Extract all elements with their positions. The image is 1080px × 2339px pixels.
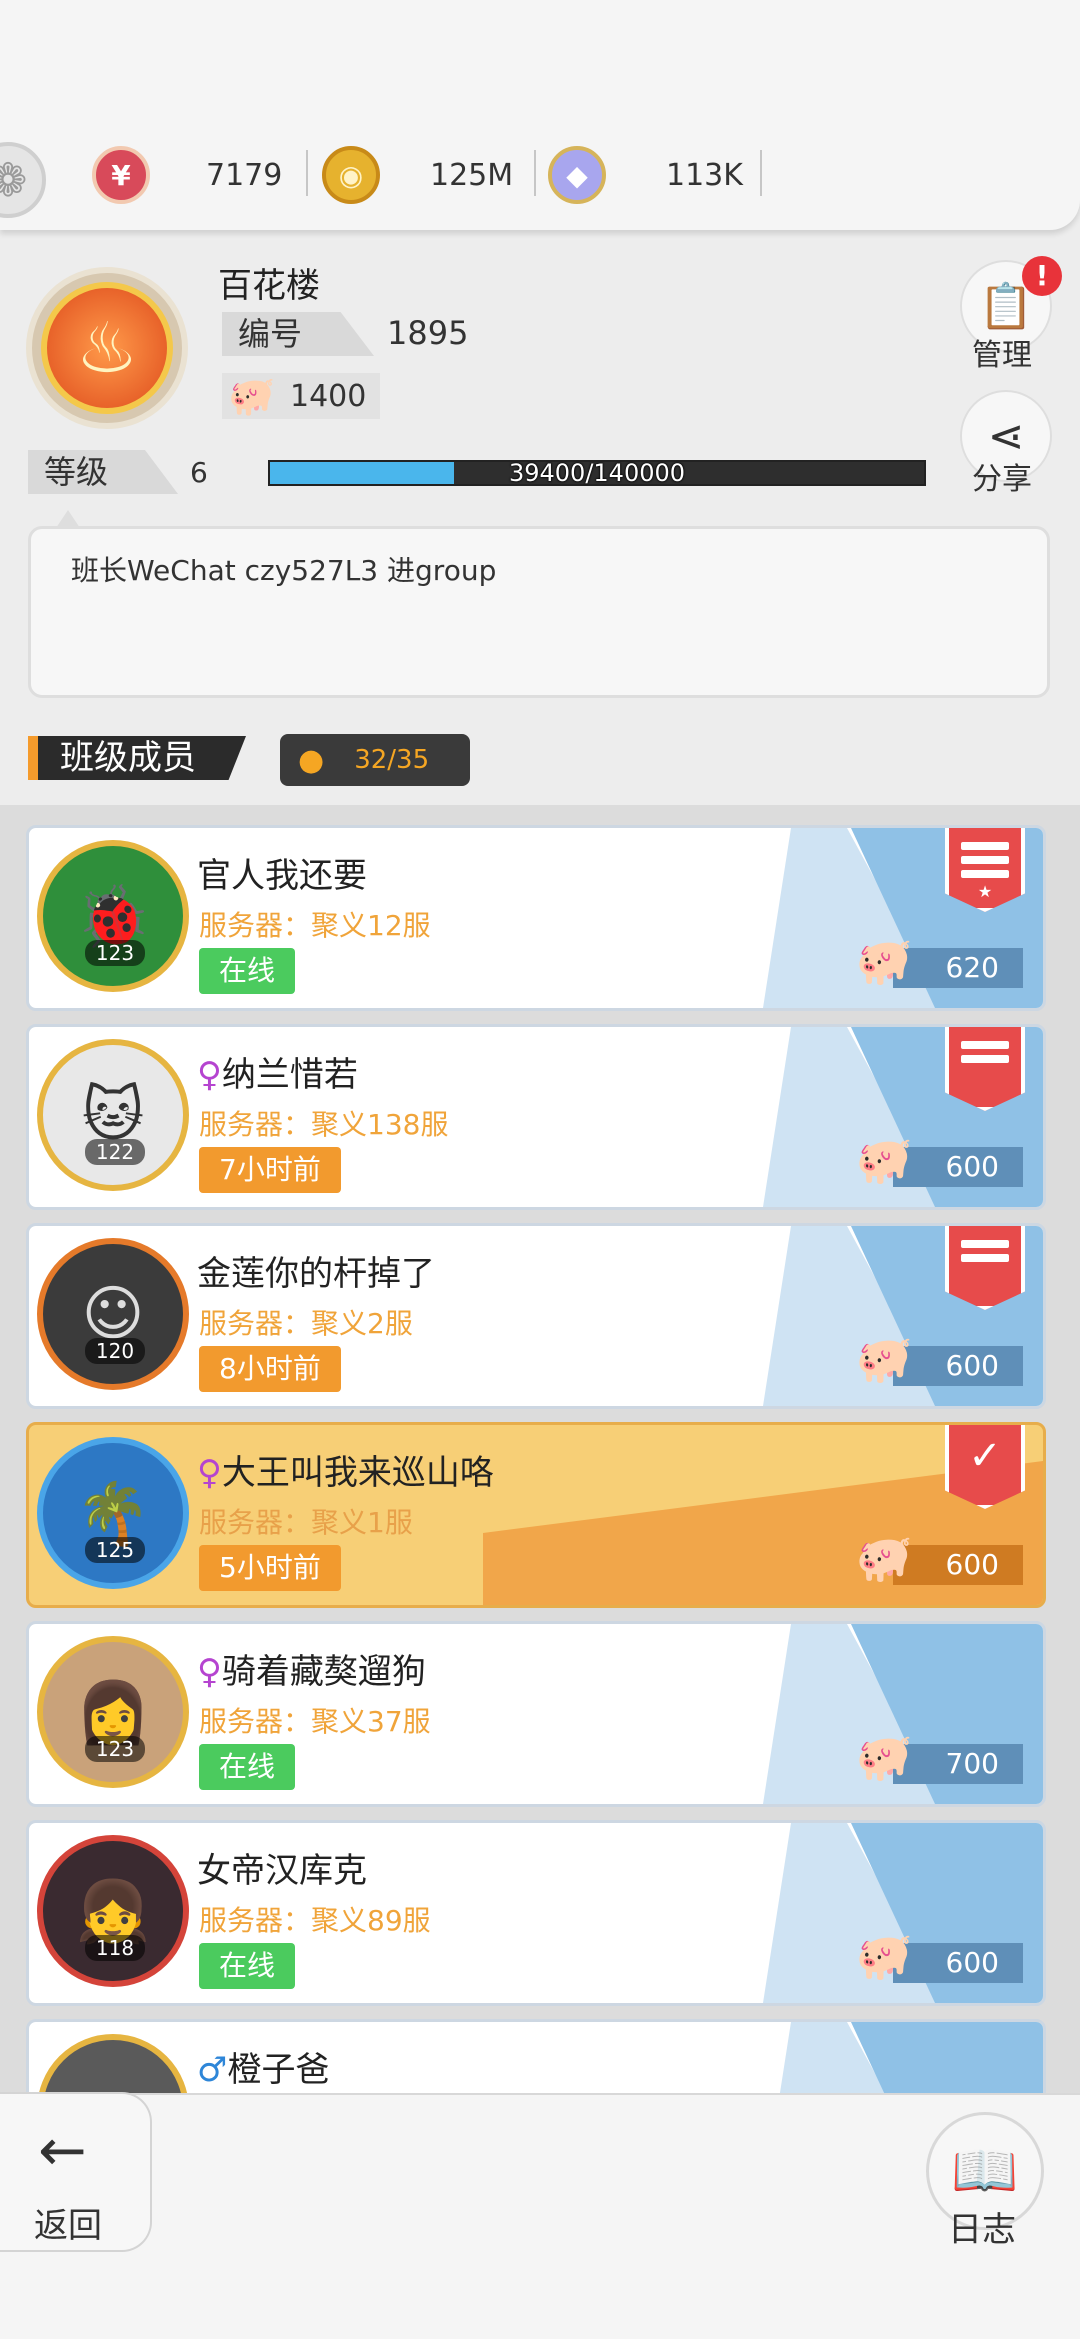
member-server: 服务器：聚义37服: [199, 1705, 431, 1738]
member-level: 118: [85, 1935, 145, 1961]
member-level: 123: [85, 1736, 145, 1762]
class-notice[interactable]: 班长WeChat czy527L3 进group: [28, 526, 1050, 698]
member-name-text: 纳兰惜若: [221, 1055, 358, 1095]
member-status: 在线: [199, 948, 296, 994]
class-id: 1895: [387, 314, 469, 352]
manage-label: 管理: [972, 338, 1032, 373]
level-label: 等级: [28, 450, 178, 494]
book-icon: 📖: [951, 2139, 1019, 2202]
member-server: 服务器：聚义12服: [199, 909, 431, 942]
member-name: 官人我还要: [197, 848, 367, 897]
share-label: 分享: [972, 462, 1032, 497]
member-server: 服务器：聚义2服: [199, 1307, 413, 1340]
member-avatar[interactable]: 🐱: [37, 1039, 189, 1191]
member-list[interactable]: 🐞 123 官人我还要 服务器：聚义12服 在线 ★ 620 🐖 🐱 122 ♀…: [0, 805, 1080, 2093]
member-name: ♀纳兰惜若: [197, 1047, 358, 1096]
member-level: 123: [85, 940, 145, 966]
gold-coin-icon: ◉: [322, 146, 380, 204]
member-card[interactable]: ♂橙子爸: [26, 2019, 1046, 2093]
member-status: 在线: [199, 1943, 296, 1989]
divider: [306, 150, 308, 196]
currency-gold[interactable]: ◉ 125M: [322, 140, 513, 210]
member-server: 服务器：聚义138服: [199, 1108, 449, 1141]
member-card-self[interactable]: 🌴 125 ♀大王叫我来巡山咯 服务器：聚义1服 5小时前 ✓ 600 🐖: [26, 1422, 1046, 1608]
member-avatar[interactable]: 🐞: [37, 840, 189, 992]
member-avatar[interactable]: [37, 2034, 189, 2093]
class-funds: 🐖 1400: [222, 373, 380, 419]
class-name: 百花楼: [218, 266, 320, 306]
arrow-left-icon: ←: [38, 2116, 87, 2184]
member-card[interactable]: 🐞 123 官人我还要 服务器：聚义12服 在线 ★ 620 🐖: [26, 825, 1046, 1011]
xp-text: 39400/140000: [508, 459, 686, 487]
member-status: 在线: [199, 1744, 296, 1790]
member-name-text: 官人我还要: [197, 856, 367, 896]
divider: [760, 150, 762, 196]
class-level: 6: [190, 456, 208, 489]
member-card[interactable]: ☺ 120 金莲你的杆掉了 服务器：聚义2服 8小时前 600 🐖: [26, 1223, 1046, 1409]
settings-gear-icon[interactable]: ❁: [0, 142, 46, 218]
piggy-bank-icon: 🐖: [855, 1332, 913, 1386]
member-avatar[interactable]: ☺: [37, 1238, 189, 1390]
red-token-icon: ¥: [92, 146, 150, 204]
divider: [534, 150, 536, 196]
class-emblem: ♨: [26, 267, 188, 429]
back-label: 返回: [34, 2206, 102, 2246]
log-label: 日志: [948, 2210, 1016, 2250]
member-status: 8小时前: [199, 1346, 341, 1392]
piggy-bank-icon: 🐖: [855, 1730, 913, 1784]
member-server: 服务器：聚义1服: [199, 1506, 413, 1539]
male-gender-icon: ♂: [197, 2050, 228, 2090]
notification-badge: !: [1022, 256, 1062, 296]
currency-token[interactable]: ¥ 7179: [92, 140, 282, 210]
member-name-text: 骑着藏獒遛狗: [221, 1652, 426, 1692]
member-status: 5小时前: [199, 1545, 341, 1591]
members-section-title: 班级成员: [28, 736, 246, 780]
xp-progress-bar: 39400/140000: [268, 460, 926, 486]
member-count: 32/35: [354, 745, 430, 775]
member-name: ♂橙子爸: [197, 2042, 329, 2091]
member-avatar[interactable]: 🌴: [37, 1437, 189, 1589]
member-name: 金莲你的杆掉了: [197, 1246, 435, 1295]
member-status: 7小时前: [199, 1147, 341, 1193]
id-label: 编号: [222, 312, 374, 356]
female-gender-icon: ♀: [197, 1652, 222, 1692]
gold-value: 125M: [430, 157, 514, 193]
currency-bar: ❁ ¥ 7179 ◉ 125M ◆ 113K: [0, 0, 1080, 230]
member-avatar[interactable]: 👩: [37, 1636, 189, 1788]
elite-v-icon: ✓: [968, 1433, 1002, 1479]
member-card[interactable]: 👧 118 女帝汉库克 服务器：聚义89服 在线 600 🐖: [26, 1820, 1046, 2006]
notice-text: 班长WeChat czy527L3 进group: [71, 554, 497, 587]
gem-value: 113K: [666, 157, 743, 193]
person-icon: ●: [298, 742, 325, 778]
member-level: 120: [85, 1338, 145, 1364]
piggy-bank-icon: 🐖: [228, 373, 276, 418]
female-gender-icon: ♀: [197, 1055, 222, 1095]
gem-ring-icon: ◆: [548, 146, 606, 204]
bottom-bar: [0, 2093, 1080, 2339]
member-name-text: 女帝汉库克: [197, 1851, 367, 1891]
piggy-bank-icon: 🐖: [855, 1531, 913, 1585]
member-name: 女帝汉库克: [197, 1843, 367, 1892]
back-button[interactable]: ← 返回: [0, 2092, 152, 2252]
piggy-bank-icon: 🐖: [855, 1133, 913, 1187]
member-name-text: 橙子爸: [227, 2050, 330, 2090]
member-name: ♀骑着藏獒遛狗: [197, 1644, 426, 1693]
female-gender-icon: ♀: [197, 1453, 222, 1493]
funds-value: 1400: [290, 378, 367, 414]
token-value: 7179: [206, 157, 283, 193]
member-count-badge: ● 32/35: [280, 734, 470, 786]
member-card[interactable]: 🐱 122 ♀纳兰惜若 服务器：聚义138服 7小时前 600 🐖: [26, 1024, 1046, 1210]
piggy-bank-icon: 🐖: [855, 1929, 913, 1983]
member-server: 服务器：聚义89服: [199, 1904, 431, 1937]
member-name-text: 大王叫我来巡山咯: [221, 1453, 494, 1493]
member-name-text: 金莲你的杆掉了: [197, 1254, 435, 1294]
member-name: ♀大王叫我来巡山咯: [197, 1445, 494, 1494]
currency-gem[interactable]: ◆ 113K: [548, 140, 743, 210]
member-level: 125: [85, 1537, 145, 1563]
member-level: 122: [85, 1139, 145, 1165]
member-avatar[interactable]: 👧: [37, 1835, 189, 1987]
member-card[interactable]: 👩 123 ♀骑着藏獒遛狗 服务器：聚义37服 在线 700 🐖: [26, 1621, 1046, 1807]
piggy-bank-icon: 🐖: [855, 934, 913, 988]
torch-icon: ♨: [41, 282, 173, 414]
